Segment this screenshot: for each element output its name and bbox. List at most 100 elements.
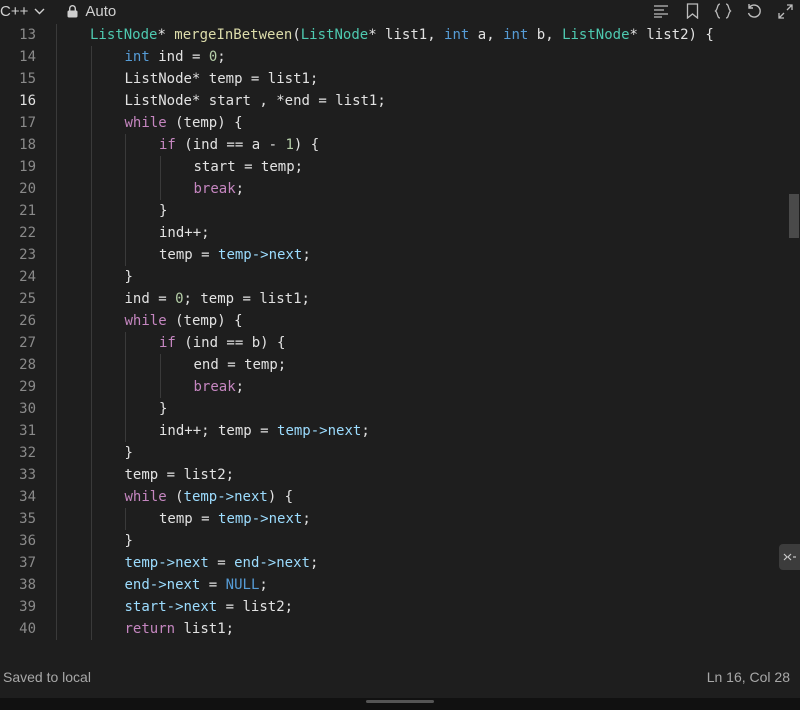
code-text: temp->next = end->next; bbox=[125, 552, 319, 574]
code-line[interactable]: 17 while (temp) { bbox=[0, 112, 800, 134]
line-number: 19 bbox=[19, 159, 36, 175]
code-line[interactable]: 25 ind = 0; temp = list1; bbox=[0, 288, 800, 310]
indent-guide bbox=[90, 68, 92, 90]
code-token: int bbox=[503, 27, 529, 43]
line-number: 32 bbox=[19, 445, 36, 461]
code-token: 1 bbox=[285, 137, 294, 153]
code-line[interactable]: 19 start = temp; bbox=[0, 156, 800, 178]
code-text: ind++; temp = temp->next; bbox=[159, 420, 370, 442]
code-token: int bbox=[124, 49, 150, 65]
code-line[interactable]: 27 if (ind == b) { bbox=[0, 332, 800, 354]
line-number: 23 bbox=[19, 247, 36, 263]
indent-guide bbox=[90, 398, 92, 420]
code-line[interactable]: 18 if (ind == a - 1) { bbox=[0, 134, 800, 156]
save-status: Saved to local bbox=[3, 669, 91, 685]
indent-guide bbox=[90, 376, 92, 398]
line-number: 27 bbox=[19, 335, 36, 351]
code-line[interactable]: 39 start->next = list2; bbox=[0, 596, 800, 618]
code-token: temp = bbox=[159, 247, 219, 263]
code-text: while (temp->next) { bbox=[125, 486, 294, 508]
code-text: temp = temp->next; bbox=[159, 244, 311, 266]
code-line[interactable]: 21} bbox=[0, 200, 800, 222]
code-line[interactable]: 13 ListNode* mergeInBetween(ListNode* lis… bbox=[0, 24, 800, 46]
line-number: 35 bbox=[19, 511, 36, 527]
code-token: ind = bbox=[124, 291, 176, 307]
language-selector[interactable]: C++ bbox=[0, 3, 45, 20]
indent-guide bbox=[90, 464, 92, 486]
code-token: } bbox=[124, 445, 133, 461]
code-line[interactable]: 28 end = temp; bbox=[0, 354, 800, 376]
indent-guide bbox=[90, 574, 92, 596]
collapse-panel-button[interactable] bbox=[779, 544, 800, 570]
code-text: ind = 0; temp = list1; bbox=[125, 288, 310, 310]
code-text: } bbox=[125, 530, 133, 552]
code-line[interactable]: 33 temp = list2; bbox=[0, 464, 800, 486]
code-line[interactable]: 20 break; bbox=[0, 178, 800, 200]
code-text: break; bbox=[194, 376, 245, 398]
code-line[interactable]: 29 break; bbox=[0, 376, 800, 398]
code-token: ; bbox=[235, 379, 245, 395]
code-token: if bbox=[159, 335, 176, 351]
indent-guide bbox=[90, 112, 92, 134]
code-line[interactable]: 31 ind++; temp = temp->next; bbox=[0, 420, 800, 442]
scroll-thumb[interactable] bbox=[789, 194, 799, 238]
braces-icon[interactable] bbox=[714, 2, 732, 20]
line-number: 36 bbox=[19, 533, 36, 549]
panel-arrows-icon bbox=[783, 553, 796, 561]
code-token: } bbox=[159, 401, 168, 417]
line-number: 16 bbox=[19, 93, 36, 109]
code-token: (temp) { bbox=[166, 115, 243, 131]
reset-icon[interactable] bbox=[745, 2, 763, 20]
code-token: ind++; bbox=[159, 225, 210, 241]
code-line[interactable]: 24} bbox=[0, 266, 800, 288]
indent-guide bbox=[125, 200, 126, 222]
indent-guide bbox=[56, 442, 57, 464]
indent-guide bbox=[125, 134, 126, 156]
code-line[interactable]: 26 while (temp) { bbox=[0, 310, 800, 332]
indent-guide bbox=[125, 398, 126, 420]
code-line[interactable]: 36} bbox=[0, 530, 800, 552]
indent-guide bbox=[90, 266, 92, 288]
code-line[interactable]: 16 ListNode* start , *end = list1; bbox=[0, 90, 800, 112]
code-text: int ind = 0; bbox=[125, 46, 226, 68]
bookmark-icon[interactable] bbox=[683, 2, 701, 20]
code-text: while (temp) { bbox=[125, 112, 243, 134]
code-line[interactable]: 35 temp = temp->next; bbox=[0, 508, 800, 530]
code-line[interactable]: 15 ListNode* temp = list1; bbox=[0, 68, 800, 90]
code-text: if (ind == a - 1) { bbox=[159, 134, 319, 156]
code-token: ; bbox=[302, 247, 311, 263]
line-number: 21 bbox=[19, 203, 36, 219]
code-token: ; bbox=[259, 577, 268, 593]
code-token: * bbox=[157, 27, 175, 43]
code-line[interactable]: 40 return list1; bbox=[0, 618, 800, 640]
indent-guide bbox=[56, 486, 57, 508]
indent-guide bbox=[125, 244, 126, 266]
code-line[interactable]: 23 temp = temp->next; bbox=[0, 244, 800, 266]
indent-guide bbox=[56, 398, 57, 420]
mode-selector[interactable]: Auto bbox=[67, 3, 116, 20]
code-text: if (ind == b) { bbox=[159, 332, 285, 354]
code-line[interactable]: 22 ind++; bbox=[0, 222, 800, 244]
line-number: 31 bbox=[19, 423, 36, 439]
code-line[interactable]: 34 while (temp->next) { bbox=[0, 486, 800, 508]
code-token: list1; bbox=[175, 621, 235, 637]
expand-icon[interactable] bbox=[776, 2, 794, 20]
code-text: start = temp; bbox=[194, 156, 304, 178]
line-number: 30 bbox=[19, 401, 36, 417]
code-line[interactable]: 37 temp->next = end->next; bbox=[0, 552, 800, 574]
code-token: } bbox=[159, 203, 168, 219]
line-number: 40 bbox=[19, 621, 36, 637]
code-line[interactable]: 30} bbox=[0, 398, 800, 420]
code-line[interactable]: 32} bbox=[0, 442, 800, 464]
code-token: = list2; bbox=[217, 599, 294, 615]
indent-guide bbox=[56, 24, 57, 46]
indent-guide bbox=[125, 222, 126, 244]
code-line[interactable]: 38 end->next = NULL; bbox=[0, 574, 800, 596]
code-line[interactable]: 14 int ind = 0; bbox=[0, 46, 800, 68]
code-token: temp = list2; bbox=[124, 467, 235, 483]
indent-guide bbox=[56, 222, 57, 244]
code-token: (ind == a - bbox=[175, 137, 286, 153]
format-icon[interactable] bbox=[652, 2, 670, 20]
code-editor[interactable]: 13 ListNode* mergeInBetween(ListNode* lis… bbox=[0, 24, 800, 650]
indent-guide bbox=[56, 596, 57, 618]
